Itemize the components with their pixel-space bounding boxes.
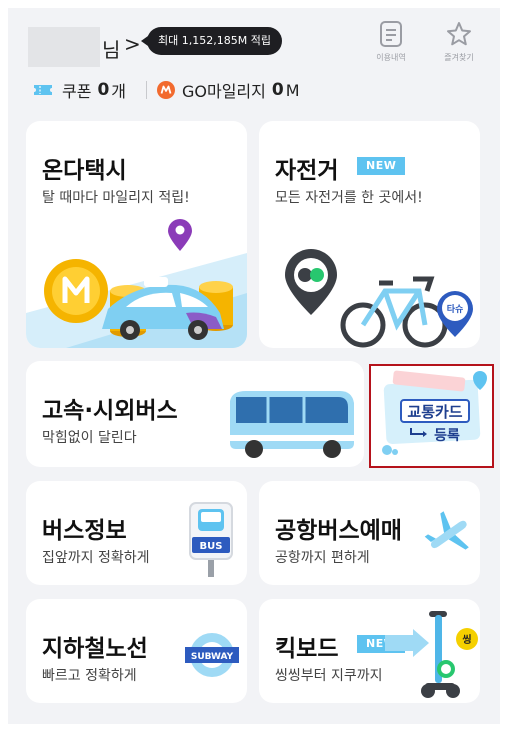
user-suffix: 님 xyxy=(102,38,121,62)
bus-info-title: 버스정보 xyxy=(42,518,127,544)
onda-taxi-subtitle: 탈 때마다 마일리지 적립! xyxy=(42,190,190,206)
mileage-label: GO마일리지 xyxy=(182,82,266,101)
kickboard-card[interactable]: 킥보드 NEW 씽씽부터 지쿠까지 씽 xyxy=(259,599,480,703)
app-frame: 님 > 최대 1,152,185M 적립 이용내역 즐겨찾기 쿠폰 0 개 GO… xyxy=(8,8,500,724)
kickboard-tag: 씽 xyxy=(462,633,471,646)
star-icon xyxy=(447,22,471,46)
bicycle-title: 자전거 xyxy=(275,158,339,184)
subway-subtitle: 빠르고 정확하게 xyxy=(42,668,137,684)
express-bus-title: 고속·시외버스 xyxy=(42,398,178,424)
history-button[interactable]: 이용내역 xyxy=(368,20,414,76)
transit-card-register-button[interactable]: 교통카드 등록 xyxy=(369,364,494,468)
express-bus-subtitle: 막힘없이 달린다 xyxy=(42,430,137,446)
history-label: 이용내역 xyxy=(376,53,406,62)
express-bus-card[interactable]: 고속·시외버스 막힘없이 달린다 xyxy=(26,361,364,467)
bicycle-subtitle: 모든 자전거를 한 곳에서! xyxy=(275,190,423,206)
profile-chevron-icon[interactable]: > xyxy=(124,32,141,56)
bicycle-card[interactable]: 자전거 NEW 모든 자전거를 한 곳에서! 타슈 xyxy=(259,121,480,348)
list-icon xyxy=(380,21,402,47)
mileage-stat[interactable]: GO마일리지 0 M xyxy=(156,78,300,102)
bus-info-card[interactable]: 버스정보 집앞까지 정확하게 BUS xyxy=(26,481,247,585)
favorites-button[interactable]: 즐겨찾기 xyxy=(436,20,482,76)
favorites-label: 즐겨찾기 xyxy=(444,53,474,62)
airport-bus-card[interactable]: 공항버스예매 공항까지 편하게 xyxy=(259,481,480,585)
airport-bus-title: 공항버스예매 xyxy=(275,518,402,544)
transit-card-line1: 교통카드 xyxy=(407,403,462,421)
bus-info-subtitle: 집앞까지 정확하게 xyxy=(42,550,150,566)
location-pin-icon xyxy=(168,219,192,251)
kickboard-illustration: 씽 xyxy=(385,611,478,698)
bus-stop-sign-icon: BUS xyxy=(189,502,233,577)
onda-taxi-card[interactable]: 온다택시 탈 때마다 마일리지 적립! xyxy=(26,121,247,348)
taxi-illustration xyxy=(26,219,247,348)
kickboard-title: 킥보드 xyxy=(275,636,339,662)
airport-bus-subtitle: 공항까지 편하게 xyxy=(275,550,370,566)
mileage-coin-icon xyxy=(44,259,108,323)
coupon-stat[interactable]: 쿠폰 0 개 xyxy=(32,78,126,102)
bicycle-illustration: 타슈 xyxy=(285,249,473,348)
airplane-icon xyxy=(424,511,469,550)
coupon-label: 쿠폰 xyxy=(62,82,92,101)
mileage-value: 0 xyxy=(271,80,284,100)
map-pin-icon xyxy=(285,249,337,315)
bus-sign-text: BUS xyxy=(200,541,223,552)
coupon-unit: 개 xyxy=(111,82,127,101)
sing-tag-icon: 씽 xyxy=(456,628,478,650)
transit-card-line2: 등록 xyxy=(434,428,460,444)
mileage-unit: M xyxy=(285,80,300,100)
kickboard-icon xyxy=(421,611,460,698)
tashu-tag: 타슈 xyxy=(447,303,464,315)
bicycle-new-badge: NEW xyxy=(357,157,406,175)
subway-card[interactable]: 지하철노선 빠르고 정확하게 SUBWAY xyxy=(26,599,247,703)
user-name-masked xyxy=(28,27,100,67)
mileage-tooltip: 최대 1,152,185M 적립 xyxy=(141,27,282,55)
subway-sign-icon: SUBWAY xyxy=(185,633,239,677)
mileage-icon xyxy=(157,81,175,99)
subway-title: 지하철노선 xyxy=(42,636,148,662)
onda-taxi-title: 온다택시 xyxy=(42,158,127,184)
stat-divider xyxy=(146,81,147,99)
bus-icon xyxy=(230,391,354,458)
bicycle-icon xyxy=(340,276,448,348)
subway-sign-text: SUBWAY xyxy=(191,652,234,662)
coupon-count: 0 xyxy=(97,80,110,100)
transit-card-icon: 교통카드 등록 xyxy=(382,370,487,455)
ticket-icon xyxy=(34,85,52,95)
kickboard-subtitle: 씽씽부터 지쿠까지 xyxy=(275,668,383,684)
